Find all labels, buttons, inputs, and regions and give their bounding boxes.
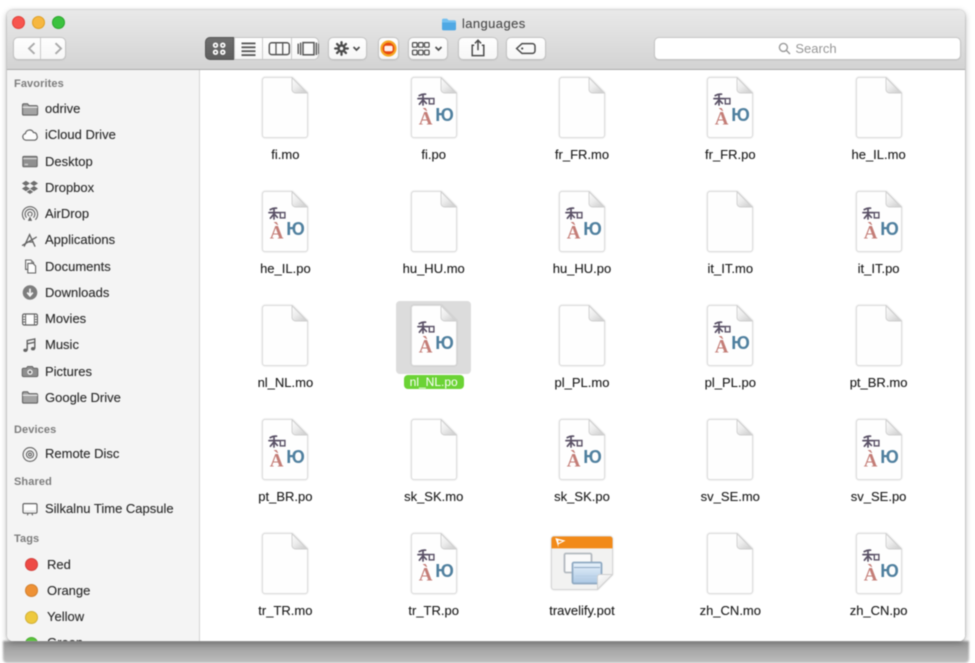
svg-text:À: À — [715, 335, 729, 357]
svg-text:Ю: Ю — [880, 561, 899, 581]
svg-text:À: À — [567, 449, 581, 471]
svg-text:À: À — [418, 335, 432, 357]
svg-text:Ю: Ю — [287, 219, 306, 239]
svg-text:À: À — [567, 221, 581, 243]
svg-text:À: À — [270, 221, 284, 243]
svg-text:À: À — [863, 221, 877, 243]
svg-text:À: À — [270, 449, 284, 471]
svg-text:Ю: Ю — [880, 447, 899, 467]
svg-text:À: À — [418, 107, 432, 129]
svg-text:Ю: Ю — [287, 447, 306, 467]
svg-text:À: À — [863, 449, 877, 471]
svg-text:À: À — [863, 563, 877, 585]
svg-text:Ю: Ю — [435, 561, 454, 581]
svg-text:Ю: Ю — [880, 219, 899, 239]
svg-text:Ю: Ю — [435, 333, 454, 353]
svg-text:Ю: Ю — [435, 105, 454, 125]
svg-text:Ю: Ю — [732, 105, 751, 125]
svg-text:Ю: Ю — [583, 219, 602, 239]
svg-text:Ю: Ю — [583, 447, 602, 467]
svg-text:Ю: Ю — [732, 333, 751, 353]
svg-text:À: À — [715, 107, 729, 129]
svg-text:À: À — [418, 563, 432, 585]
